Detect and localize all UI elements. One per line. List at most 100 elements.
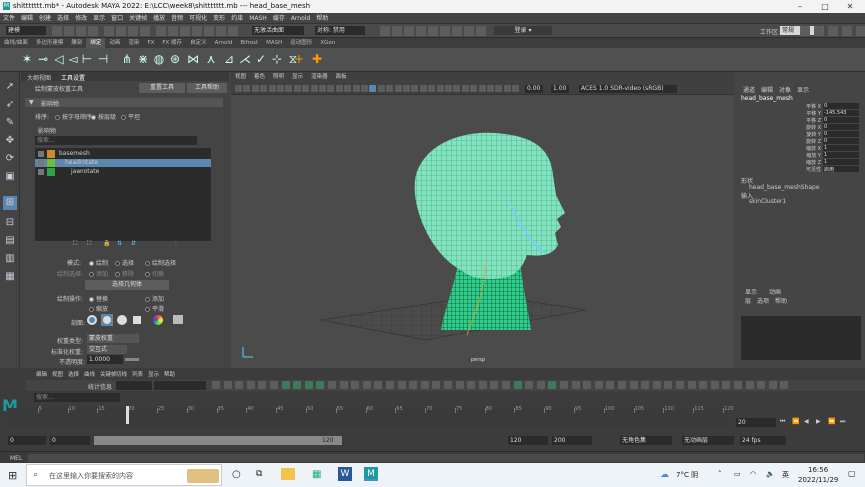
- graph-tool-icon-23[interactable]: [478, 381, 487, 389]
- notification-icon[interactable]: ▢: [848, 469, 856, 478]
- shelf-icon-5[interactable]: ⊣: [96, 52, 110, 66]
- viewport-menu-5[interactable]: 面板: [332, 72, 351, 83]
- select-geometry-button[interactable]: 选择几何体: [85, 280, 169, 290]
- status-tool-icon-8[interactable]: [156, 26, 166, 36]
- attribute-row[interactable]: 旋转 X0: [741, 124, 859, 131]
- graph-tool-icon-38[interactable]: [652, 381, 661, 389]
- layer-menu-layers[interactable]: 层: [745, 296, 751, 305]
- shelf-tab-7[interactable]: FX 缓存: [158, 38, 186, 48]
- graph-tool-icon-13[interactable]: [362, 381, 371, 389]
- graph-tool-icon-36[interactable]: [629, 381, 638, 389]
- status-tool-icon-22[interactable]: [464, 26, 474, 36]
- status-tool-icon-12[interactable]: [204, 26, 214, 36]
- attribute-row[interactable]: 平移 Z0: [741, 117, 859, 124]
- influence-row[interactable]: basemesh: [35, 150, 211, 158]
- weight-type-select[interactable]: 蒙皮权重: [87, 334, 139, 343]
- shelf-tab-5[interactable]: 渲染: [124, 38, 143, 48]
- viewport-tool-icon-10[interactable]: [319, 85, 326, 92]
- viewport-tool-icon-20[interactable]: [403, 85, 410, 92]
- range-end-field[interactable]: 120: [508, 436, 548, 445]
- shelf-icon-7[interactable]: ⋇: [136, 52, 150, 66]
- word-icon[interactable]: W: [338, 467, 352, 481]
- shelf-icon-13[interactable]: ⋌: [238, 52, 252, 66]
- go-end-icon[interactable]: ⏭: [840, 418, 845, 426]
- status-tool-icon-9[interactable]: [168, 26, 178, 36]
- opacity-slider[interactable]: [125, 358, 139, 361]
- scale-tool-icon[interactable]: ▣: [3, 170, 17, 184]
- graph-tool-icon-37[interactable]: [641, 381, 650, 389]
- op-scale-radio[interactable]: 缩放: [89, 304, 108, 313]
- end-frame-field[interactable]: 200: [552, 436, 592, 445]
- opacity-field[interactable]: 1.0000: [87, 355, 123, 364]
- graph-tool-icon-48[interactable]: [768, 381, 777, 389]
- viewport-tool-icon-26[interactable]: [453, 85, 461, 92]
- viewport-tool-icon-7[interactable]: [293, 85, 301, 92]
- mode-select-radio[interactable]: 选择: [115, 258, 134, 267]
- start-frame-field[interactable]: 0: [8, 436, 46, 445]
- status-tool-icon-14[interactable]: [228, 26, 238, 36]
- fps-select[interactable]: 24 fps: [740, 436, 786, 445]
- graph-tool-icon-20[interactable]: [444, 381, 452, 389]
- viewport-menu-3[interactable]: 显示: [288, 72, 307, 83]
- attribute-row[interactable]: 平移 Y -145.543: [741, 110, 859, 117]
- menu-item-2[interactable]: 创建: [36, 13, 54, 24]
- shelf-icon-14[interactable]: ✓: [254, 52, 268, 66]
- symmetry-select[interactable]: 对称: 禁用: [315, 26, 365, 35]
- lock-toggle-icon[interactable]: [38, 160, 44, 166]
- graph-tool-icon-12[interactable]: [351, 381, 360, 389]
- attribute-value[interactable]: 0: [823, 138, 859, 144]
- tab-edit[interactable]: 编辑: [761, 85, 773, 94]
- graph-tool-icon-2[interactable]: [235, 381, 244, 389]
- attribute-row[interactable]: 缩放 Y1: [741, 152, 859, 159]
- menu-item-8[interactable]: 播放: [150, 13, 168, 24]
- viewport-menu-0[interactable]: 视图: [231, 72, 250, 83]
- graph-tool-icon-26[interactable]: [513, 381, 522, 389]
- single-pane-icon[interactable]: ⊞: [3, 196, 17, 210]
- tab-object[interactable]: 对象: [779, 85, 791, 94]
- maya-taskbar-icon[interactable]: M: [364, 467, 378, 481]
- remove-influence-icon[interactable]: ⛶: [87, 240, 91, 248]
- graph-tool-icon-3[interactable]: [246, 381, 255, 389]
- ime-indicator[interactable]: 英: [782, 470, 789, 480]
- graph-tool-icon-28[interactable]: [536, 381, 545, 389]
- close-icon[interactable]: ✕: [837, 0, 863, 13]
- op-replace-radio[interactable]: 替换: [89, 294, 108, 303]
- status-tool-icon-7[interactable]: [140, 26, 150, 36]
- status-tool-icon-23[interactable]: [476, 26, 486, 36]
- attribute-value[interactable]: 1: [823, 145, 859, 151]
- graph-tool-icon-47[interactable]: [757, 381, 766, 389]
- character-set-field[interactable]: 无角色集: [620, 436, 672, 445]
- status-tool-icon-27[interactable]: [842, 26, 852, 36]
- store-icon[interactable]: ▦: [312, 469, 321, 480]
- ps-remove-radio[interactable]: 移除: [115, 269, 134, 278]
- time-slider[interactable]: 5 10 15 20 25 30 35 40 45 50 55 60 65 70 75 80 85 90 95 100…: [8, 406, 734, 426]
- copy-icon[interactable]: ⇵: [131, 240, 136, 247]
- soft-brush-icon[interactable]: [101, 314, 113, 326]
- graph-tool-icon-43[interactable]: [710, 381, 719, 389]
- viewport-tool-icon-13[interactable]: [344, 85, 352, 92]
- viewport-tool-icon-27[interactable]: [461, 85, 469, 92]
- current-frame-field[interactable]: 20: [736, 418, 776, 427]
- graph-tool-icon-22[interactable]: [467, 381, 476, 389]
- influence-section-header[interactable]: ▼ 影响物: [25, 98, 223, 108]
- layer-menu-help[interactable]: 帮助: [775, 296, 787, 305]
- graph-tool-icon-29[interactable]: [548, 381, 557, 389]
- tool-help-button[interactable]: 工具帮助: [187, 83, 227, 93]
- shelf-icon-15[interactable]: ⊹: [270, 52, 284, 66]
- viewport-tool-icon-1[interactable]: [243, 85, 251, 92]
- menu-item-16[interactable]: 帮助: [313, 13, 331, 24]
- status-tool-icon-16[interactable]: [392, 26, 402, 36]
- select-tool-icon[interactable]: ➚: [3, 80, 17, 94]
- viewport-tool-icon-32[interactable]: [503, 85, 511, 92]
- shelf-tab-1[interactable]: 多边形建模: [32, 38, 68, 48]
- attribute-value[interactable]: 0: [823, 103, 859, 109]
- graph-tool-icon-46[interactable]: [745, 381, 754, 389]
- viewport-tool-icon-15[interactable]: [361, 85, 368, 92]
- wifi-icon[interactable]: ◠: [750, 470, 756, 478]
- input-name[interactable]: skinCluster1: [749, 198, 786, 205]
- graph-tool-icon-41[interactable]: [687, 381, 696, 389]
- add-influence-icon[interactable]: ⛶: [73, 240, 77, 248]
- colorspace-select[interactable]: ACES 1.0 SDR-video (sRGB): [579, 85, 677, 93]
- clock-time[interactable]: 16:56: [808, 466, 828, 474]
- attribute-value[interactable]: 1: [823, 152, 859, 158]
